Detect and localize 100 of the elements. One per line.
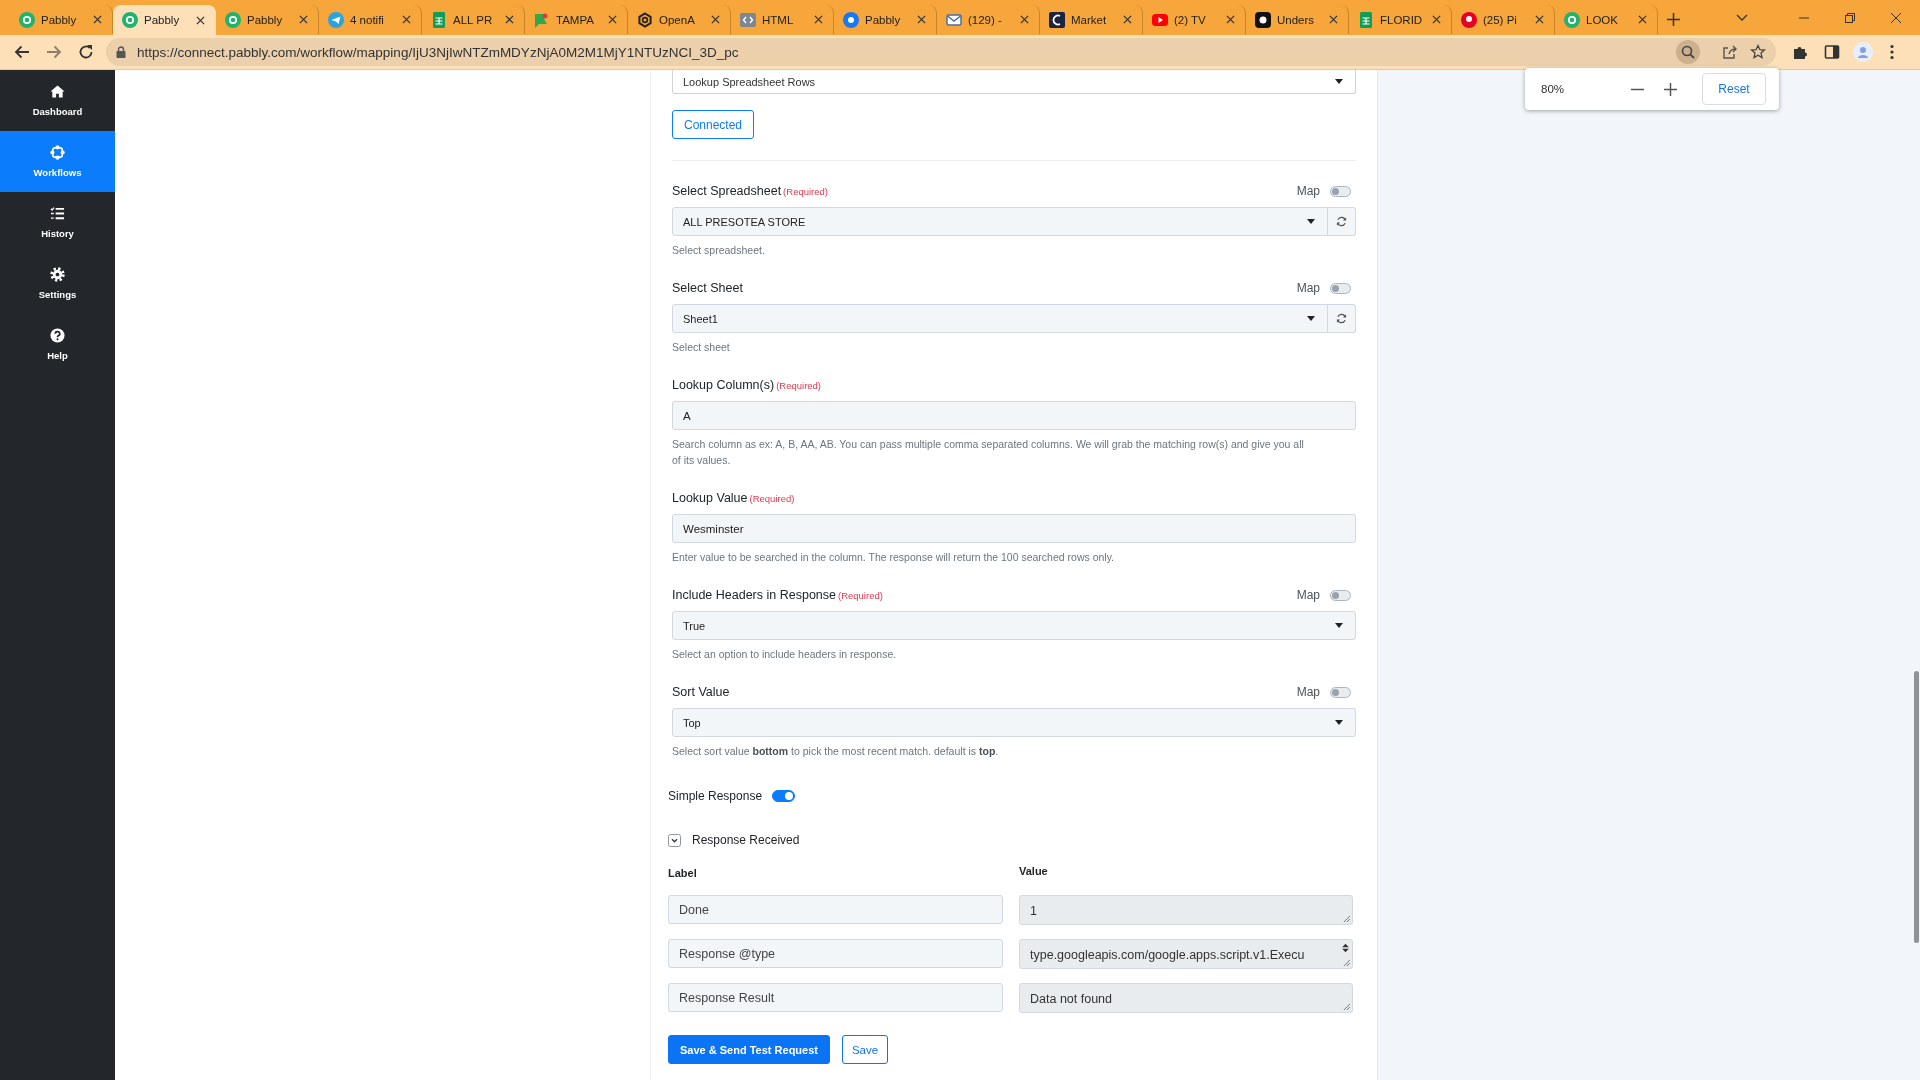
browser-tab[interactable]: Pabbly	[216, 5, 319, 34]
scrollbar-thumb[interactable]	[1914, 671, 1919, 943]
browser-tab[interactable]: Unders	[1246, 5, 1349, 34]
help-text: Search column as ex: A, B, AA, AB. You can pass multiple comma separated columns. We will grab the matching row(s) and give you all of its values.	[672, 437, 1305, 468]
column-header: Label	[668, 866, 698, 879]
close-icon[interactable]	[1329, 15, 1338, 24]
browser-tab[interactable]: TAMPA	[525, 5, 628, 34]
action-button[interactable]: Save & Send Test Request	[668, 1035, 830, 1064]
puzzle-icon[interactable]	[1792, 44, 1808, 60]
value-textarea[interactable]: type.googleapis.com/google.apps.script.v1.Execu	[1019, 939, 1353, 969]
value-textarea[interactable]: 1	[1019, 895, 1353, 925]
close-icon[interactable]	[1020, 15, 1029, 24]
reset-button[interactable]: Reset	[1702, 73, 1766, 105]
help-text: Select spreadsheet.	[672, 243, 766, 258]
browser-tab[interactable]: LOOK	[1555, 5, 1658, 34]
zoom-icon[interactable]	[1676, 40, 1700, 64]
close-icon[interactable]	[711, 15, 720, 24]
lock-icon[interactable]	[116, 46, 126, 58]
browser-tab[interactable]: OpenA	[628, 5, 731, 34]
connected-button[interactable]: Connected	[672, 110, 754, 139]
list-icon	[50, 206, 65, 221]
input-field[interactable]: Wesminster	[672, 514, 1356, 543]
address-bar[interactable]: https://connect.pabbly.com/workflow/mapping/IjU3NjIwNTZmMDYzNjA0M2M1MjY1NTUzNCI_3D_pc	[106, 38, 1776, 66]
browser-tab[interactable]: 4 notifi	[319, 5, 422, 34]
chevron-down-icon[interactable]	[1736, 14, 1748, 21]
chevron-down-icon[interactable]	[668, 833, 681, 847]
label-input[interactable]: Done	[668, 895, 1003, 924]
sidebar-item[interactable]: Help	[0, 314, 115, 375]
resize-grip-icon[interactable]	[1343, 959, 1350, 966]
resize-grip-icon[interactable]	[1343, 915, 1350, 922]
restore-icon[interactable]	[1845, 12, 1855, 23]
help-text: Enter value to be searched in the column. The response will return the 100 searched rows only.	[672, 550, 1116, 565]
reload-icon[interactable]	[78, 44, 94, 60]
value-textarea[interactable]: Data not found	[1019, 983, 1353, 1013]
close-icon[interactable]	[505, 15, 514, 24]
close-icon[interactable]	[814, 15, 823, 24]
resize-grip-icon[interactable]	[1343, 1003, 1350, 1010]
code-icon	[740, 11, 756, 28]
label-input[interactable]: Response @type	[668, 939, 1003, 968]
sidebar-item[interactable]: Workflows	[0, 131, 115, 192]
browser-tab[interactable]: Market	[1040, 5, 1143, 34]
circle-icon	[225, 11, 241, 28]
close-icon[interactable]	[299, 15, 308, 24]
plus-icon[interactable]	[1667, 13, 1680, 26]
sidebar-item[interactable]: History	[0, 192, 115, 253]
share-icon[interactable]	[1722, 44, 1738, 60]
circle-icon	[1564, 11, 1580, 28]
label-input[interactable]: Response Result	[668, 983, 1003, 1012]
close-icon[interactable]	[917, 15, 926, 24]
envelope-icon	[946, 11, 962, 28]
map-toggle[interactable]	[1330, 185, 1351, 197]
caret-icon	[1307, 219, 1315, 224]
sidebar-item[interactable]: Dashboard	[0, 70, 115, 131]
close-icon[interactable]	[1432, 15, 1441, 24]
menu-icon[interactable]	[1890, 44, 1894, 60]
close-icon[interactable]	[196, 15, 205, 25]
input-field[interactable]: A	[672, 401, 1356, 430]
select-field[interactable]: ALL PRESOTEA STORE	[672, 207, 1328, 236]
simple-response-toggle[interactable]	[772, 790, 796, 802]
field-label: Lookup Column(s)	[672, 378, 775, 392]
star-icon[interactable]	[1750, 44, 1766, 60]
map-toggle[interactable]	[1330, 589, 1351, 601]
forward-icon[interactable]	[46, 44, 62, 60]
sidebar-item[interactable]: Settings	[0, 253, 115, 314]
browser-tab[interactable]: (2) TV	[1143, 5, 1246, 34]
select-field[interactable]: Lookup Spreadsheet Rows	[672, 70, 1356, 94]
close-icon[interactable]	[608, 15, 617, 24]
field-label: Include Headers in Response	[672, 588, 836, 602]
browser-tab[interactable]: Pabbly	[834, 5, 937, 34]
side-panel-icon[interactable]	[1824, 44, 1840, 60]
plus-icon[interactable]	[1664, 82, 1677, 96]
browser-tab[interactable]: Pabbly	[10, 5, 113, 34]
browser-tab[interactable]: HTML	[731, 5, 834, 34]
close-icon[interactable]	[1535, 15, 1544, 24]
browser-tab[interactable]: Pabbly	[113, 5, 216, 35]
browser-tab[interactable]: (25) Pi	[1452, 5, 1555, 34]
refresh-button[interactable]	[1328, 304, 1356, 333]
select-field[interactable]: Top	[672, 708, 1356, 737]
zoom-level-text: 80%	[1541, 83, 1565, 95]
circle-icon	[843, 11, 859, 28]
paper-plane-icon	[328, 11, 344, 28]
close-icon[interactable]	[1123, 15, 1132, 24]
close-icon[interactable]	[93, 15, 102, 24]
field-label: Select Sheet	[672, 281, 743, 295]
close-icon[interactable]	[1891, 12, 1901, 23]
browser-tab[interactable]: (129) -	[937, 5, 1040, 34]
close-icon[interactable]	[1638, 15, 1647, 24]
refresh-button[interactable]	[1328, 207, 1356, 236]
map-toggle[interactable]	[1330, 282, 1351, 294]
map-toggle[interactable]	[1330, 686, 1351, 698]
action-button[interactable]: Save	[842, 1035, 888, 1064]
select-field[interactable]: True	[672, 611, 1356, 640]
scroll-arrows-icon[interactable]	[1342, 943, 1349, 953]
browser-tab[interactable]: FLORID	[1349, 5, 1452, 34]
close-icon[interactable]	[1226, 15, 1235, 24]
home-icon	[50, 84, 65, 99]
select-field[interactable]: Sheet1	[672, 304, 1328, 333]
close-icon[interactable]	[402, 15, 411, 24]
back-icon[interactable]	[14, 44, 30, 60]
browser-tab[interactable]: ALL PR	[422, 5, 525, 34]
